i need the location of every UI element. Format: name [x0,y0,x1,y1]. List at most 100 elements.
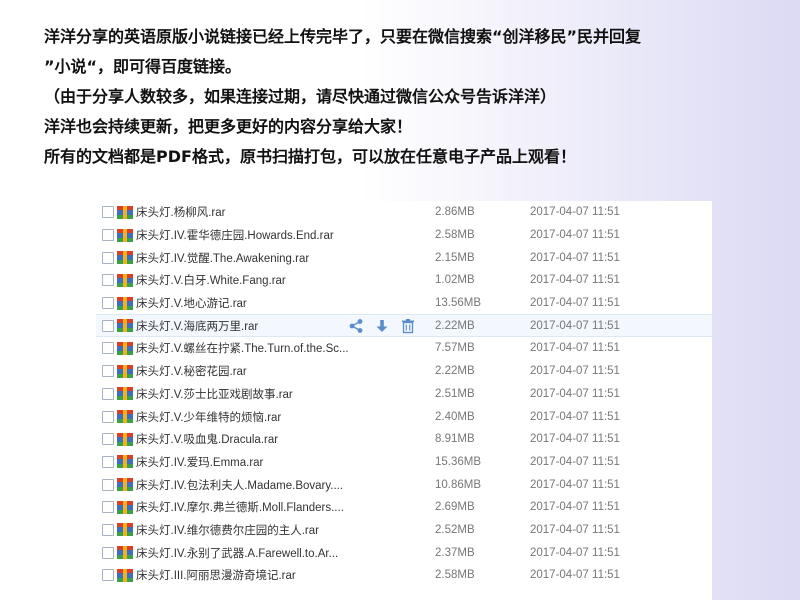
file-row[interactable]: 床头灯.V.少年维特的烦恼.rar 2.40MB 2017-04-07 11:51 [96,405,712,428]
file-checkbox[interactable] [102,319,114,332]
file-size: 2.22MB [435,319,475,332]
file-row[interactable]: 床头灯.V.莎士比亚戏剧故事.rar 2.51MB 2017-04-07 11:51 [96,383,712,406]
file-name[interactable]: 床头灯.IV.永别了武器.A.Farewell.to.Ar... [136,545,366,561]
rar-file-icon [117,341,133,355]
file-date: 2017-04-07 11:51 [530,387,620,400]
file-name[interactable]: 床头灯.IV.包法利夫人.Madame.Bovary.... [136,477,366,493]
rar-file-icon [117,500,133,514]
file-name[interactable]: 床头灯.V.地心游记.rar [136,295,366,311]
file-checkbox[interactable] [102,501,114,514]
file-size: 2.52MB [435,523,475,536]
file-row[interactable]: 床头灯.IV.爱玛.Emma.rar 15.36MB 2017-04-07 11:5… [96,451,712,474]
file-name[interactable]: 床头灯.V.少年维特的烦恼.rar [136,409,366,425]
file-row[interactable]: 床头灯.IV.摩尔.弗兰德斯.Moll.Flanders.... 2.69MB 20… [96,496,712,519]
file-name[interactable]: 床头灯.V.白牙.White.Fang.rar [136,272,366,288]
file-size: 2.22MB [435,365,475,378]
file-row[interactable]: 床头灯.V.秘密花园.rar 2.22MB 2017-04-07 11:51 [96,360,712,383]
file-size: 2.40MB [435,410,475,423]
intro-line-4: 洋洋也会持续更新，把更多更好的内容分享给大家！ [44,117,413,136]
file-size: 2.58MB [435,569,475,582]
file-name[interactable]: 床头灯.V.秘密花园.rar [136,363,366,379]
file-checkbox[interactable] [102,274,114,287]
file-date: 2017-04-07 11:51 [530,455,620,468]
file-name[interactable]: 床头灯.V.海底两万里.rar [136,318,366,334]
file-date: 2017-04-07 11:51 [530,523,620,536]
file-date: 2017-04-07 11:51 [530,365,620,378]
rar-file-icon [117,228,133,242]
file-size: 2.51MB [435,387,475,400]
file-checkbox[interactable] [102,546,114,559]
file-row[interactable]: 床头灯.IV.觉醒.The.Awakening.rar 2.15MB 2017-04… [96,246,712,269]
file-size: 2.37MB [435,546,475,559]
file-size: 8.91MB [435,433,475,446]
intro-text: 洋洋分享的英语原版小说链接已经上传完毕了，只要在微信搜索“创洋移民”民并回复 ”… [44,22,784,172]
file-name[interactable]: 床头灯.IV.维尔德费尔庄园的主人.rar [136,522,366,538]
file-date: 2017-04-07 11:51 [530,501,620,514]
rar-file-icon [117,455,133,469]
file-name[interactable]: 床头灯.III.阿丽思漫游奇境记.rar [136,567,366,583]
file-row[interactable]: 床头灯.V.吸血鬼.Dracula.rar 8.91MB 2017-04-07 11… [96,428,712,451]
file-row[interactable]: 床头灯.V.白牙.White.Fang.rar 1.02MB 2017-04-07 … [96,269,712,292]
file-date: 2017-04-07 11:51 [530,569,620,582]
file-checkbox[interactable] [102,342,114,355]
file-list: 床头灯.杨柳风.rar 2.86MB 2017-04-07 11:51 床头灯.IV.… [96,201,712,600]
download-icon[interactable] [374,318,390,334]
file-checkbox[interactable] [102,478,114,491]
rar-file-icon [117,319,133,333]
file-row[interactable]: 床头灯.IV.霍华德庄园.Howards.End.rar 2.58MB 2017-0… [96,224,712,247]
file-name[interactable]: 床头灯.IV.觉醒.The.Awakening.rar [136,250,366,266]
row-actions [348,318,416,334]
file-name[interactable]: 床头灯.IV.霍华德庄园.Howards.End.rar [136,227,366,243]
file-checkbox[interactable] [102,410,114,423]
file-name[interactable]: 床头灯.杨柳风.rar [136,204,366,220]
file-name[interactable]: 床头灯.IV.摩尔.弗兰德斯.Moll.Flanders.... [136,499,366,515]
file-checkbox[interactable] [102,569,114,582]
file-name[interactable]: 床头灯.V.螺丝在拧紧.The.Turn.of.the.Sc... [136,340,366,356]
file-checkbox[interactable] [102,297,114,310]
file-size: 2.86MB [435,206,475,219]
rar-file-icon [117,364,133,378]
file-name[interactable]: 床头灯.IV.爱玛.Emma.rar [136,454,366,470]
file-name[interactable]: 床头灯.V.莎士比亚戏剧故事.rar [136,386,366,402]
file-row[interactable]: 床头灯.III.阿丽思漫游奇境记.rar 2.58MB 2017-04-07 11:… [96,564,712,587]
file-row[interactable]: 床头灯.V.地心游记.rar 13.56MB 2017-04-07 11:51 [96,292,712,315]
file-date: 2017-04-07 11:51 [530,229,620,242]
rar-file-icon [117,568,133,582]
file-checkbox[interactable] [102,455,114,468]
file-row[interactable]: 床头灯.V.螺丝在拧紧.The.Turn.of.the.Sc... 7.57MB 2… [96,337,712,360]
file-size: 15.36MB [435,455,482,468]
file-row[interactable]: 床头灯.杨柳风.rar 2.86MB 2017-04-07 11:51 [96,201,712,224]
file-size: 7.57MB [435,342,475,355]
rar-file-icon [117,387,133,401]
file-checkbox[interactable] [102,365,114,378]
file-checkbox[interactable] [102,206,114,219]
rar-file-icon [117,523,133,537]
file-row[interactable]: 床头灯.V.海底两万里.rar 2.22MB 2017-04-07 11:51 [96,314,712,338]
file-checkbox[interactable] [102,523,114,536]
file-date: 2017-04-07 11:51 [530,433,620,446]
rar-file-icon [117,251,133,265]
intro-line-3: （由于分享人数较多，如果连接过期，请尽快通过微信公众号告诉洋洋） [44,87,557,106]
file-checkbox[interactable] [102,251,114,264]
file-checkbox[interactable] [102,387,114,400]
file-size: 2.58MB [435,229,475,242]
file-row[interactable]: 床头灯.IV.永别了武器.A.Farewell.to.Ar... 2.37MB 20… [96,541,712,564]
intro-line-2: ”小说“，即可得百度链接。 [44,57,242,76]
file-name[interactable]: 床头灯.V.吸血鬼.Dracula.rar [136,431,366,447]
rar-file-icon [117,296,133,310]
file-checkbox[interactable] [102,433,114,446]
file-date: 2017-04-07 11:51 [530,274,620,287]
file-size: 2.69MB [435,501,475,514]
file-checkbox[interactable] [102,229,114,242]
intro-line-1: 洋洋分享的英语原版小说链接已经上传完毕了，只要在微信搜索“创洋移民”民并回复 [44,27,642,46]
file-row[interactable]: 床头灯.IV.包法利夫人.Madame.Bovary.... 10.86MB 201… [96,473,712,496]
file-row[interactable]: 床头灯.IV.维尔德费尔庄园的主人.rar 2.52MB 2017-04-07 11… [96,519,712,542]
file-date: 2017-04-07 11:51 [530,319,620,332]
file-date: 2017-04-07 11:51 [530,546,620,559]
file-size: 13.56MB [435,297,482,310]
file-size: 10.86MB [435,478,482,491]
share-icon[interactable] [348,318,364,334]
intro-line-5: 所有的文档都是PDF格式，原书扫描打包，可以放在任意电子产品上观看！ [44,147,576,166]
delete-icon[interactable] [400,318,416,334]
rar-file-icon [117,273,133,287]
